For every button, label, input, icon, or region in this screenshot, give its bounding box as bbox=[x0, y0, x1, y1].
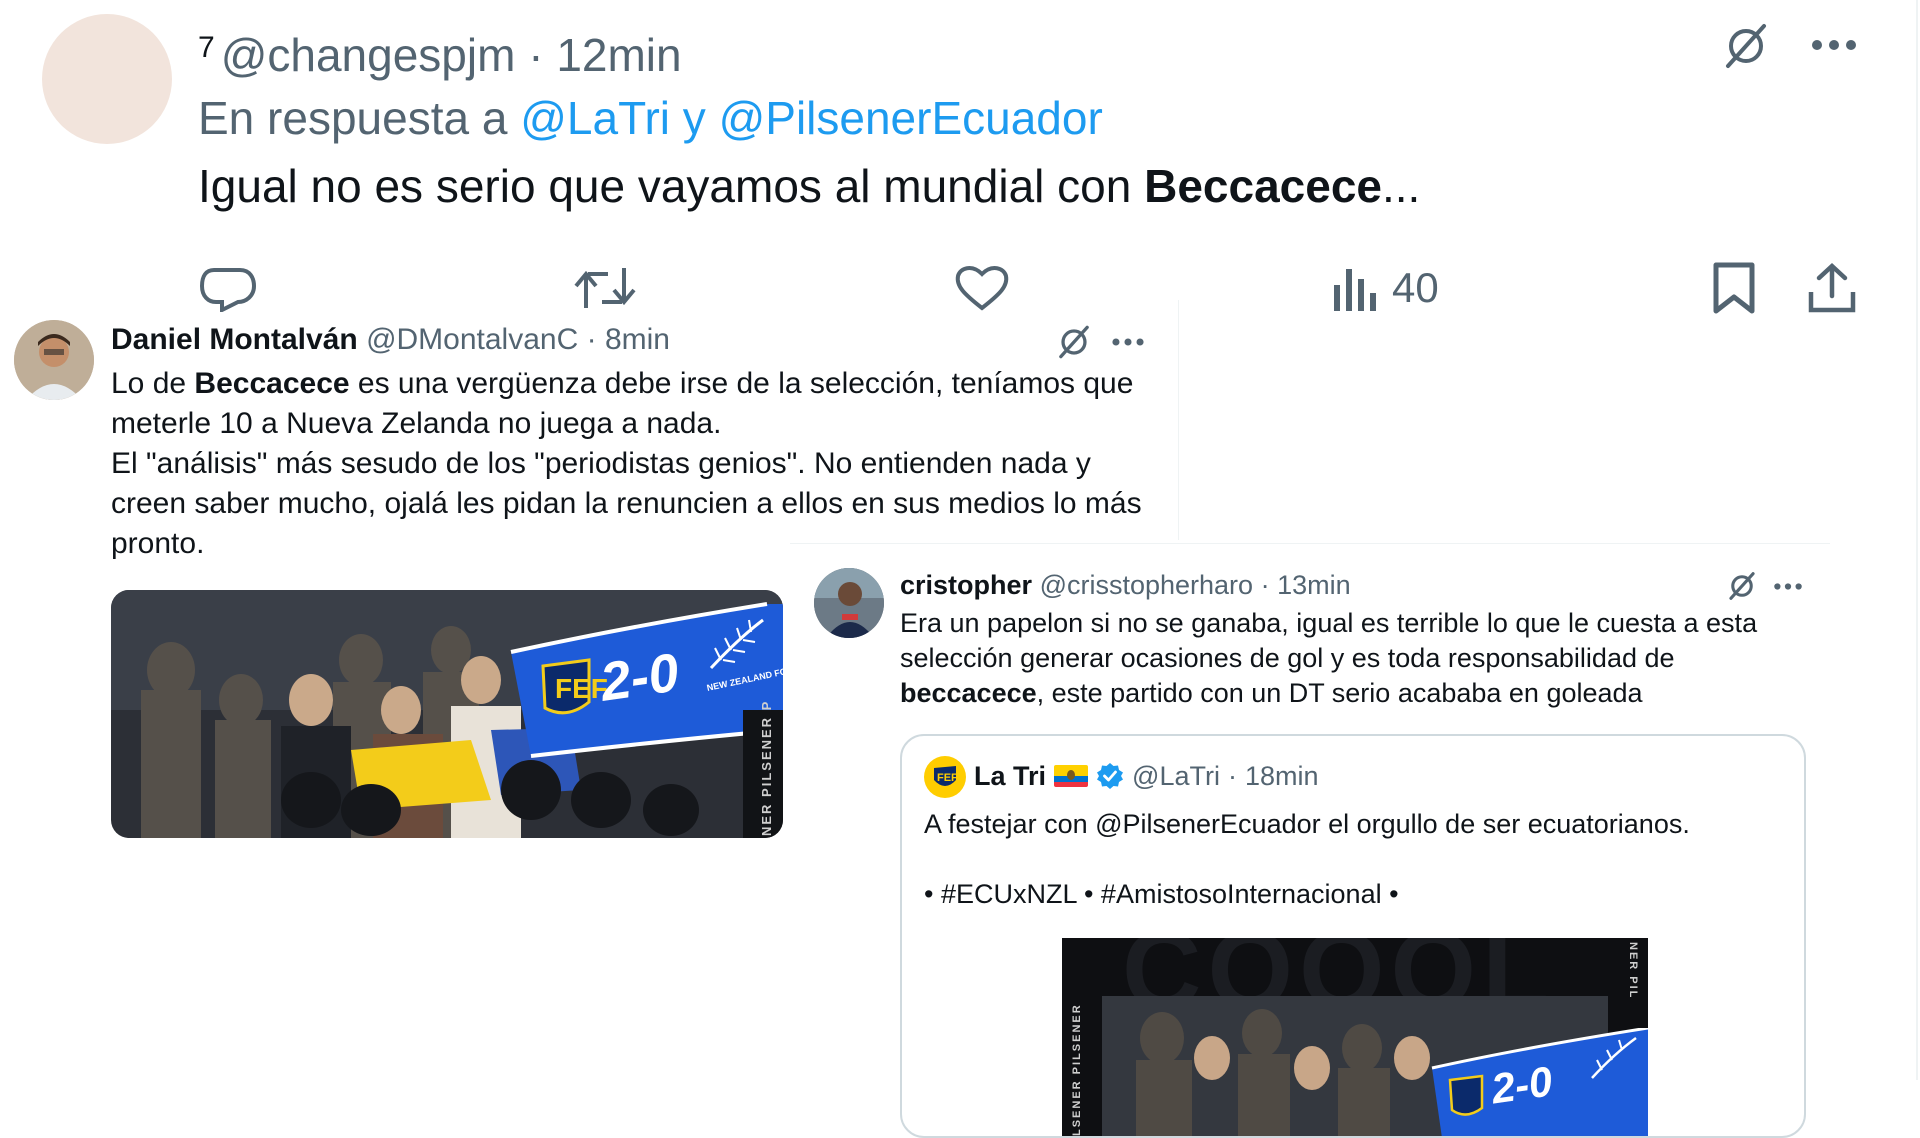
bookmark-icon[interactable] bbox=[1706, 258, 1762, 318]
share-icon[interactable] bbox=[1804, 258, 1860, 318]
column-divider bbox=[1178, 300, 1179, 540]
tweet-time[interactable]: 8min bbox=[605, 323, 670, 356]
tweet-time[interactable]: 13min bbox=[1277, 570, 1351, 600]
more-icon[interactable] bbox=[1106, 320, 1150, 364]
reply-conjunction: y bbox=[682, 92, 706, 144]
sponsor-strip-right: NER PIL bbox=[1627, 942, 1639, 999]
user-handle[interactable]: @crisstopherharo bbox=[1040, 570, 1254, 600]
tweet-text: Era un papelon si no se ganaba, igual es… bbox=[900, 606, 1820, 711]
score-text: 2-0 bbox=[1488, 1057, 1556, 1112]
tweet-header: 7 @changespjm · 12min bbox=[198, 20, 682, 83]
more-icon[interactable] bbox=[1768, 566, 1808, 606]
mention-link[interactable]: @LaTri bbox=[520, 92, 670, 144]
sponsor-strip-left: LSENER PILSENER bbox=[1071, 1003, 1083, 1136]
reply-context: En respuesta a @LaTri y @PilsenerEcuador bbox=[198, 90, 1103, 146]
tweet-time[interactable]: 12min bbox=[556, 29, 681, 81]
tweet-paragraph: Lo de Beccacece es una vergüenza debe ir… bbox=[111, 364, 1171, 444]
ecuador-flag-icon bbox=[1054, 765, 1089, 787]
verified-badge-icon bbox=[1096, 762, 1124, 790]
separator: · bbox=[528, 29, 544, 81]
tweet-header: Daniel Montalván @DMontalvanC · 8min bbox=[111, 322, 670, 358]
quote-text: A festejar con @PilsenerEcuador el orgul… bbox=[924, 809, 1690, 839]
grok-icon[interactable] bbox=[1722, 566, 1762, 606]
avatar[interactable] bbox=[14, 320, 94, 400]
tweet-text-part: ... bbox=[1382, 160, 1421, 212]
tweet-header: La Tri @LaTri · 18min bbox=[974, 758, 1319, 794]
quote-image[interactable]: COOOL 2-0 LSENER PILSENER NER PIL bbox=[1062, 938, 1648, 1136]
tweet-text-bold: Beccacece bbox=[1144, 160, 1382, 212]
tweet-text: Igual no es serio que vayamos al mundial… bbox=[198, 158, 1420, 214]
quoted-tweet[interactable]: FEF La Tri @LaTri · 18min A festejar con… bbox=[900, 734, 1806, 1138]
tweet-text-part: El "análisis" más sesudo de los "periodi… bbox=[111, 447, 1142, 560]
separator: · bbox=[586, 323, 597, 356]
grok-icon[interactable] bbox=[1052, 320, 1096, 364]
crest-letters: FEF bbox=[937, 772, 958, 784]
avatar[interactable] bbox=[814, 568, 884, 638]
sponsor-strip: NER PILSENER P bbox=[759, 700, 774, 836]
user-handle[interactable]: @changespjm bbox=[221, 29, 516, 81]
user-name[interactable]: cristopher bbox=[900, 570, 1032, 600]
tweet-time[interactable]: 18min bbox=[1245, 758, 1319, 794]
grok-icon[interactable] bbox=[1718, 18, 1774, 74]
reply-icon[interactable] bbox=[198, 258, 258, 318]
tweet-image[interactable]: FEF 2-0 NEW ZEALAND FOOTBALL NER PILSENE… bbox=[111, 590, 783, 838]
tweet-text-bold: Beccacece bbox=[194, 367, 350, 400]
tweet-text: Lo de Beccacece es una vergüenza debe ir… bbox=[111, 364, 1171, 564]
user-handle[interactable]: @DMontalvanC bbox=[366, 323, 578, 356]
views-button[interactable]: 40 bbox=[1330, 258, 1490, 318]
score-text: 2-0 bbox=[596, 642, 683, 712]
like-icon[interactable] bbox=[952, 258, 1012, 318]
avatar[interactable]: FEF bbox=[924, 756, 966, 798]
retweet-icon[interactable] bbox=[572, 258, 638, 318]
tweet-text-part: Lo de bbox=[111, 367, 195, 400]
column-border bbox=[1916, 0, 1918, 1080]
views-icon bbox=[1330, 263, 1378, 313]
tweet-text-bold: beccacece bbox=[900, 678, 1037, 708]
separator: · bbox=[1260, 570, 1270, 600]
tweet-text-part: Igual no es serio que vayamos al mundial… bbox=[198, 160, 1145, 212]
user-name[interactable]: Daniel Montalván bbox=[111, 323, 358, 356]
user-name[interactable]: La Tri bbox=[974, 758, 1046, 794]
user-handle[interactable]: @LaTri bbox=[1132, 758, 1220, 794]
views-count: 40 bbox=[1392, 264, 1439, 311]
tweet-text-part: , este partido con un DT serio acababa e… bbox=[1036, 678, 1643, 708]
separator: · bbox=[1227, 761, 1237, 791]
tweet-paragraph: El "análisis" más sesudo de los "periodi… bbox=[111, 444, 1171, 564]
mention-link[interactable]: @PilsenerEcuador bbox=[719, 92, 1103, 144]
tweet-text-part: Era un papelon si no se ganaba, igual es… bbox=[900, 608, 1758, 673]
reply-prefix: En respuesta a bbox=[198, 92, 508, 144]
tweet-header: cristopher @crisstopherharo · 13min bbox=[900, 568, 1351, 602]
quote-hashtags: • #ECUxNZL • #AmistosoInternacional • bbox=[924, 879, 1399, 909]
thread-count: 7 bbox=[198, 31, 215, 64]
more-icon[interactable] bbox=[1806, 22, 1862, 68]
avatar[interactable] bbox=[42, 14, 172, 144]
